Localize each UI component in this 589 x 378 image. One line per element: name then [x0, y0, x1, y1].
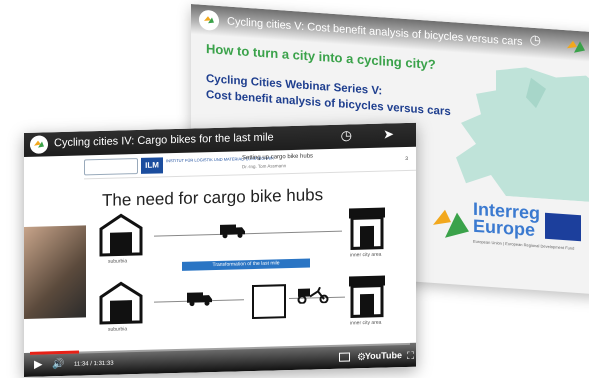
university-logo — [84, 158, 138, 176]
warehouse-icon — [99, 281, 143, 325]
eu-fund-caption: European Union | European Regional Devel… — [473, 238, 575, 251]
captions-icon[interactable] — [339, 352, 350, 362]
fullscreen-icon[interactable]: ⛶ — [407, 351, 414, 362]
more-videos-button[interactable]: MORE VIDEOS — [33, 336, 78, 343]
youtube-logo-button[interactable]: YouTube — [365, 350, 402, 361]
eu-flag-icon — [545, 212, 581, 242]
ilm-logo: ILM — [141, 157, 163, 174]
share-icon[interactable]: ➤ — [383, 126, 394, 142]
shop-icon — [349, 207, 385, 250]
interreg-wordmark: Interreg Europe — [473, 199, 540, 241]
cargo-bike-icon — [297, 286, 329, 304]
watch-later-icon[interactable]: ◷ — [341, 127, 352, 143]
volume-icon[interactable]: 🔊 — [52, 359, 64, 370]
europe-word: Europe — [473, 215, 536, 241]
inner-city-label: inner city area — [350, 319, 382, 327]
flow-arrow — [154, 230, 342, 237]
warehouse-icon — [99, 213, 143, 257]
presenter-webcam — [24, 225, 86, 319]
slide-page-number: 3 — [405, 155, 408, 163]
truck-icon — [220, 224, 245, 239]
slide-header-title: Setting up cargo bike hubs — [242, 153, 314, 162]
front-video-player[interactable]: Cycling cities IV: Cargo bikes for the l… — [24, 122, 416, 378]
suburbia-label: suburbia — [108, 326, 128, 333]
europe-map — [456, 67, 589, 204]
suburbia-label: suburbia — [108, 258, 128, 265]
transformation-banner: Transformation of the last mile — [182, 258, 310, 271]
slide-heading: The need for cargo bike hubs — [102, 185, 324, 210]
watch-later-icon[interactable]: ◷ — [530, 32, 541, 49]
inner-city-label: inner city area — [350, 251, 382, 259]
interreg-logo-icon — [433, 209, 469, 238]
slide-header-author: Dr.-Ing. Tom Assmann — [242, 163, 287, 170]
interreg-mini-logo-icon — [567, 40, 585, 53]
hub-box — [252, 284, 286, 320]
play-icon[interactable]: ▶ — [34, 358, 42, 371]
channel-logo-icon[interactable] — [199, 9, 219, 31]
shop-icon — [349, 275, 385, 318]
time-display: 11:34 / 1:31:33 — [74, 360, 114, 368]
truck-icon — [187, 292, 212, 307]
